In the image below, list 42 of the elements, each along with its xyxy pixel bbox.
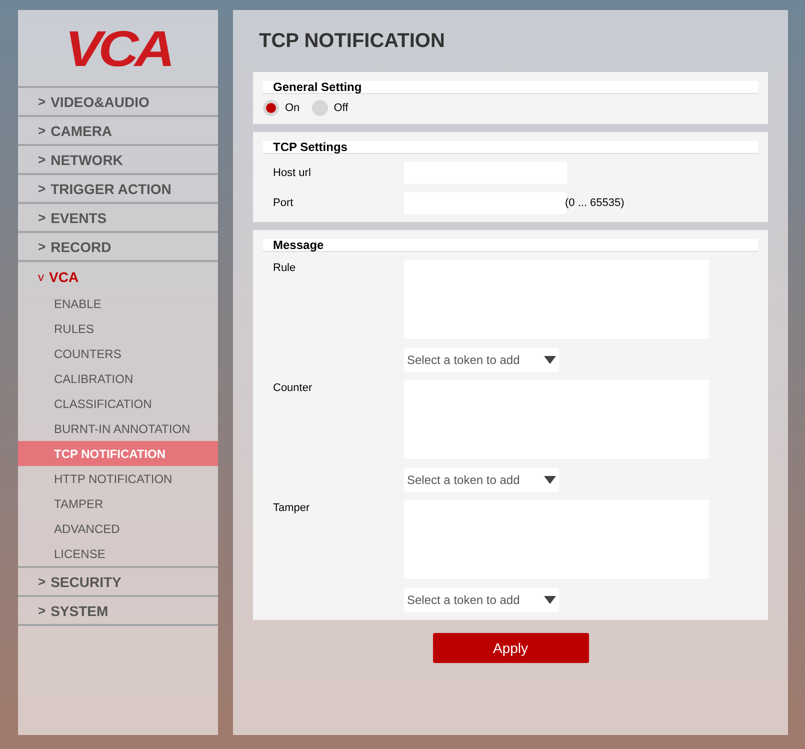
sidebar-item[interactable]: > CAMERA	[18, 117, 218, 146]
sidebar-item[interactable]: > TRIGGER ACTION	[18, 175, 218, 204]
submenu-item[interactable]: ENABLE	[18, 291, 218, 316]
submenu-item[interactable]: CALIBRATION	[18, 366, 218, 391]
caret-icon	[544, 596, 556, 604]
apply-button[interactable]: Apply	[432, 633, 588, 663]
section-header: TCP Settings	[263, 141, 758, 154]
section-header: General Setting	[263, 81, 758, 94]
submenu-item[interactable]: CLASSIFICATION	[18, 391, 218, 416]
field-label: Counter	[273, 381, 314, 396]
submenu-item[interactable]: TAMPER	[18, 491, 218, 516]
sidebar-item[interactable]: > RECORD	[18, 233, 218, 262]
radio-button[interactable]	[263, 100, 279, 116]
submenu-item[interactable]: RULES	[18, 316, 218, 341]
page-title: TCP NOTIFICATION	[259, 30, 446, 53]
sidebar-item[interactable]: > SYSTEM	[18, 597, 218, 626]
sidebar-item[interactable]: v VCA	[18, 262, 218, 291]
logo: VCA	[64, 18, 172, 78]
sidebar-item[interactable]: > EVENTS	[18, 204, 218, 233]
submenu-item[interactable]: TCP NOTIFICATION	[18, 441, 218, 466]
submenu-item[interactable]: HTTP NOTIFICATION	[18, 466, 218, 491]
field-label: Port	[273, 197, 294, 209]
radio-label: Off	[334, 102, 348, 114]
token-dropdown[interactable]: Select a token to add	[404, 348, 559, 372]
submenu-item[interactable]: LICENSE	[18, 541, 218, 566]
field-label: Tamper	[273, 501, 311, 516]
radio-button[interactable]	[312, 100, 328, 116]
submenu-item[interactable]: COUNTERS	[18, 341, 218, 366]
radio-label: On	[285, 102, 300, 114]
sidebar-item[interactable]: > VIDEO&AUDIO	[18, 88, 218, 117]
sidebar-item[interactable]: > SECURITY	[18, 568, 218, 597]
sidebar-item[interactable]: > NETWORK	[18, 146, 218, 175]
submenu-item[interactable]: BURNT-IN ANNOTATION	[18, 416, 218, 441]
caret-icon	[544, 356, 556, 364]
token-dropdown[interactable]: Select a token to add	[404, 468, 559, 492]
section-header: Message	[263, 239, 758, 252]
range-hint: (0 ... 65535)	[565, 197, 624, 209]
field-label: Rule	[273, 261, 297, 276]
token-dropdown[interactable]: Select a token to add	[404, 588, 559, 612]
field-label: Host url	[273, 167, 312, 179]
caret-icon	[544, 476, 556, 484]
submenu-item[interactable]: ADVANCED	[18, 516, 218, 541]
